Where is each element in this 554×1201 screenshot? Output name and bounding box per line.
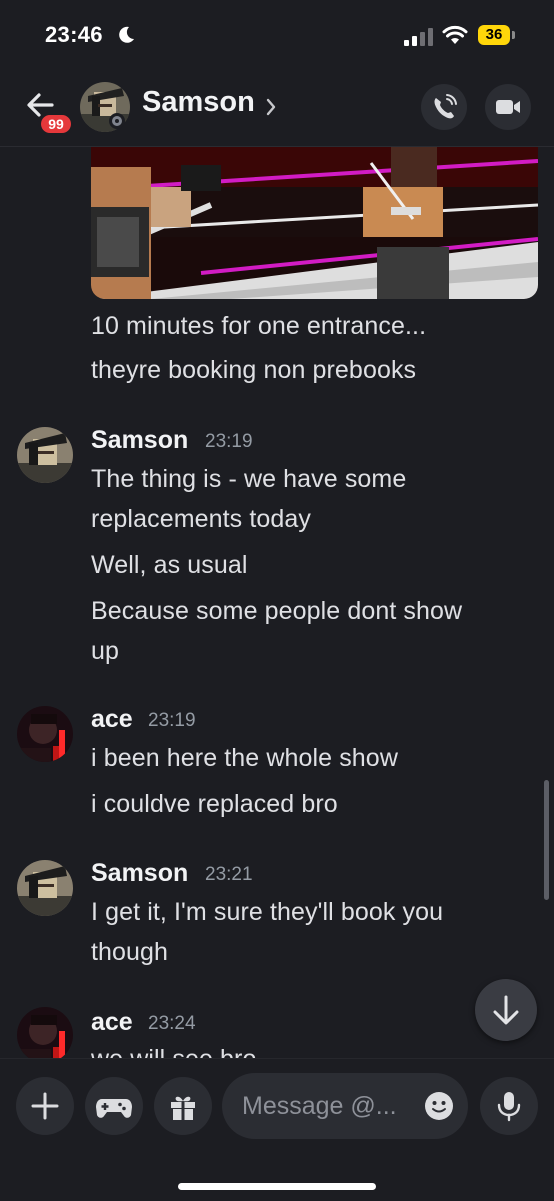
scrollbar[interactable] [544,780,549,900]
status-time: 23:46 [45,22,103,47]
message-author[interactable]: ace [91,1008,133,1037]
message-text: theyre booking non prebooks [91,356,417,384]
message-text: up [91,637,120,665]
message-author[interactable]: Samson [91,859,188,888]
gift-icon [171,1096,195,1120]
message-text: Well, as usual [91,551,248,579]
message-composer: Message @... [0,1058,554,1201]
moon-icon [119,26,134,43]
activities-button[interactable] [85,1077,143,1135]
avatar[interactable] [17,427,73,483]
unread-badge: 99 [38,112,74,136]
message-text: i couldve replaced bro [91,790,338,818]
message-list[interactable]: 10 minutes for one entrance... theyre bo… [0,147,554,1058]
image-attachment[interactable] [91,147,538,299]
message-text: we will see bro [91,1045,256,1058]
arrow-down-icon [493,995,519,1025]
message-timestamp: 23:21 [205,864,253,885]
phone-call-icon [434,94,457,119]
voice-call-button[interactable] [421,84,467,130]
offline-status-dot [109,113,125,129]
wifi-icon [442,25,468,44]
add-attachment-button[interactable] [16,1077,74,1135]
message-timestamp: 23:24 [148,1013,196,1034]
battery-cap [512,31,515,39]
signal-icon [404,28,433,46]
video-call-button[interactable] [485,84,531,130]
chat-header: 99 Samson [0,70,554,147]
home-indicator[interactable] [178,1183,376,1190]
message-text: Because some people dont show [91,597,463,625]
avatar[interactable] [17,1007,73,1058]
battery-icon: 36 [478,25,516,45]
message-timestamp: 23:19 [205,431,253,452]
video-camera-icon [496,100,520,114]
avatar[interactable] [17,706,73,762]
message-text: though [91,938,169,966]
message-text: I get it, I'm sure they'll book you [91,898,444,926]
emoji-icon[interactable] [424,1091,454,1121]
message-author[interactable]: ace [91,705,133,734]
voice-message-button[interactable] [480,1077,538,1135]
battery-level: 36 [478,25,510,45]
message-input-placeholder: Message @... [242,1092,397,1120]
status-bar: 23:46 36 [0,0,554,70]
message-timestamp: 23:19 [148,710,196,731]
message-author[interactable]: Samson [91,426,188,455]
message-text: i been here the whole show [91,744,398,772]
avatar[interactable] [17,860,73,916]
message-text: 10 minutes for one entrance... [91,312,427,340]
gamepad-icon [96,1099,132,1118]
message-text: The thing is - we have some [91,465,407,493]
plus-icon [31,1092,59,1120]
chevron-right-icon[interactable] [264,96,278,118]
conversation-name[interactable]: Samson [142,86,255,119]
jump-to-latest-button[interactable] [475,979,537,1041]
message-text: replacements today [91,505,311,533]
gift-button[interactable] [154,1077,212,1135]
microphone-icon [497,1092,521,1122]
message-input[interactable]: Message @... [222,1073,468,1139]
